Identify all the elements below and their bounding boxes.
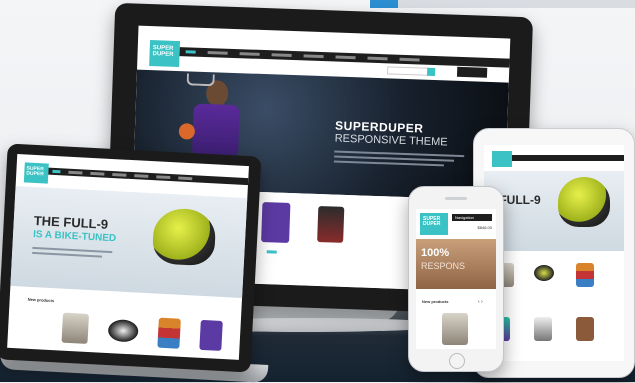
hero-subhead: RESPONSIVE THEME xyxy=(334,132,448,149)
nav-item[interactable] xyxy=(112,173,127,177)
product-jacket[interactable] xyxy=(442,313,468,345)
hero-subhead: RESPONS xyxy=(421,261,466,271)
product-jacket[interactable] xyxy=(199,319,223,351)
nav-item[interactable] xyxy=(271,53,292,57)
monitor-logo[interactable]: SUPER DUPER xyxy=(149,40,181,68)
carousel-arrows[interactable]: ‹ › xyxy=(478,299,483,305)
nav-item[interactable] xyxy=(303,54,324,59)
hero-headline: 100% xyxy=(421,247,450,259)
phone-nav-dropdown[interactable]: Navigation xyxy=(452,214,492,221)
nav-item[interactable] xyxy=(134,174,149,178)
product-price xyxy=(266,250,277,254)
nav-label: Navigation xyxy=(455,215,474,220)
tablet-logo[interactable] xyxy=(492,151,512,167)
helmet-image xyxy=(151,207,217,267)
nav-item[interactable] xyxy=(335,55,356,60)
home-button[interactable] xyxy=(449,353,465,369)
monitor-navbar xyxy=(179,47,510,68)
product-jersey[interactable] xyxy=(534,317,552,341)
product-jacket[interactable] xyxy=(157,317,181,349)
phone-screen: SUPER DUPER Navigation $846.00 100% RESP… xyxy=(416,209,496,349)
phone-device: SUPER DUPER Navigation $846.00 100% RESP… xyxy=(408,186,504,372)
product-jacket[interactable] xyxy=(576,263,594,287)
nav-item[interactable] xyxy=(178,176,193,181)
helmet-image xyxy=(558,177,610,227)
phone-hero: 100% RESPONS xyxy=(416,239,496,289)
laptop-logo[interactable]: SUPER DUPER xyxy=(23,162,49,184)
nav-item[interactable] xyxy=(207,51,228,55)
product-helmet[interactable] xyxy=(107,319,139,343)
product-jacket[interactable] xyxy=(61,312,90,344)
player-jersey xyxy=(192,103,240,156)
nav-item[interactable] xyxy=(156,175,171,180)
tablet-navbar xyxy=(512,155,624,161)
hero-text-line xyxy=(333,160,444,167)
logo-line: DUPER xyxy=(26,170,44,178)
laptop-device: SUPER DUPER THE FULL-9 IS A BIKE-TUNED N… xyxy=(0,143,262,373)
product-helmet[interactable] xyxy=(534,265,554,281)
cart-amount[interactable]: $846.00 xyxy=(452,224,492,231)
nav-item[interactable] xyxy=(399,57,420,62)
top-bar xyxy=(370,0,635,8)
nav-item[interactable] xyxy=(90,171,105,176)
phone-logo[interactable]: SUPER DUPER xyxy=(420,213,448,235)
product-jacket[interactable] xyxy=(317,206,345,243)
hoop-icon xyxy=(186,73,215,87)
laptop-hero: THE FULL-9 IS A BIKE-TUNED xyxy=(10,185,248,298)
phone-speaker xyxy=(445,197,467,200)
search-button[interactable] xyxy=(426,67,436,76)
nav-item[interactable] xyxy=(239,52,260,56)
hero-text-line xyxy=(32,251,103,258)
nav-item[interactable] xyxy=(68,170,83,175)
nav-item[interactable] xyxy=(367,56,388,61)
search-input[interactable] xyxy=(386,66,430,76)
product-jacket[interactable] xyxy=(261,202,291,244)
tablet-screen: E FULL-9 xyxy=(484,145,624,361)
nav-item-home[interactable] xyxy=(185,50,196,54)
laptop-screen: SUPER DUPER THE FULL-9 IS A BIKE-TUNED N… xyxy=(7,154,249,360)
product-jacket[interactable] xyxy=(576,317,594,341)
logo-line: DUPER xyxy=(423,221,441,227)
section-title: New products xyxy=(422,299,449,304)
logo-line: DUPER xyxy=(152,51,174,58)
tablet-hero: E FULL-9 xyxy=(484,171,624,251)
cart-box[interactable] xyxy=(456,66,488,78)
nav-item-home[interactable] xyxy=(52,169,61,174)
laptop-navbar xyxy=(48,167,249,186)
section-title: New products xyxy=(27,296,55,304)
